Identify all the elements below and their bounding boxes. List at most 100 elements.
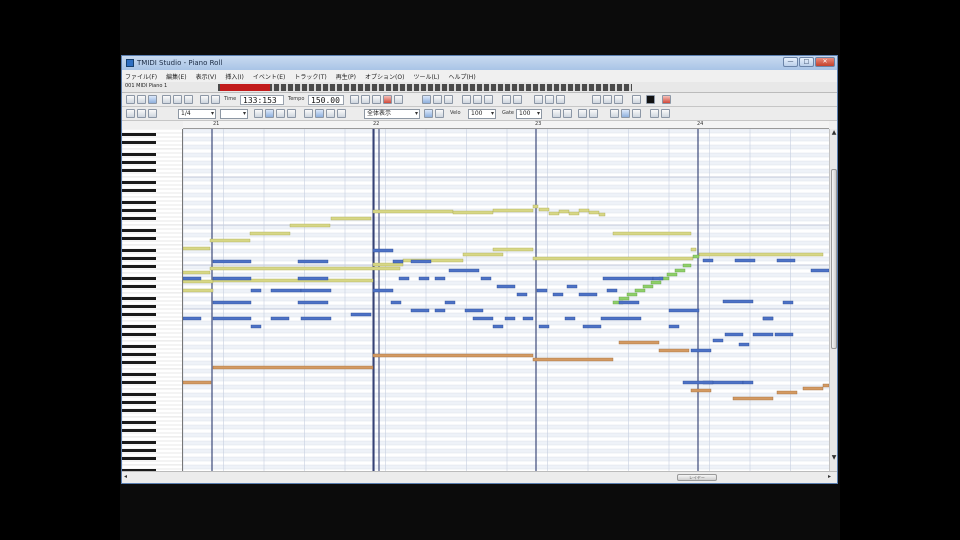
view-mode-select[interactable]: 全体表示 (364, 109, 420, 119)
rewind-icon[interactable] (350, 95, 359, 104)
white-key (122, 220, 182, 226)
scroll-up-icon[interactable]: ▲ (830, 129, 837, 137)
erase-icon[interactable] (287, 109, 296, 118)
black-key (122, 313, 156, 316)
menu-file[interactable]: ファイル(F) (125, 72, 157, 81)
settings-icon[interactable] (632, 95, 641, 104)
copy-icon[interactable] (173, 95, 182, 104)
zoom-out-icon[interactable] (513, 95, 522, 104)
redo-icon[interactable] (211, 95, 220, 104)
white-key (122, 164, 182, 170)
scissors-icon[interactable] (337, 109, 346, 118)
menu-play[interactable]: 再生(P) (336, 72, 356, 81)
close-button[interactable]: ✕ (815, 57, 835, 67)
menu-view[interactable]: 表示(V) (196, 72, 217, 81)
filter-icon[interactable] (610, 109, 619, 118)
mixer-icon[interactable] (614, 95, 623, 104)
layer-icon[interactable] (621, 109, 630, 118)
white-key (122, 340, 182, 346)
scroll-left-icon[interactable]: ◂ (124, 473, 127, 480)
zoom-v-out-icon[interactable] (589, 109, 598, 118)
menu-track[interactable]: トラック(T) (294, 72, 326, 81)
grid-row-shade (183, 305, 829, 309)
velocity-select[interactable]: 100 (468, 109, 496, 119)
loop-icon[interactable] (422, 95, 431, 104)
color-swatch-icon[interactable] (646, 95, 655, 104)
mute-icon[interactable] (304, 109, 313, 118)
note-blue (702, 258, 714, 263)
blank-select[interactable] (220, 109, 248, 119)
snap-icon[interactable] (545, 95, 554, 104)
cut-icon[interactable] (162, 95, 171, 104)
vertical-scrollbar[interactable]: ▲ ▼ (829, 129, 837, 471)
solo-icon[interactable] (315, 109, 324, 118)
menu-event[interactable]: イベント(E) (253, 72, 285, 81)
minimize-button[interactable]: — (783, 57, 798, 67)
white-key (122, 288, 182, 294)
menu-help[interactable]: ヘルプ(H) (448, 72, 475, 81)
pointer-tool-icon[interactable] (462, 95, 471, 104)
record-icon[interactable] (383, 95, 392, 104)
draw-icon[interactable] (276, 109, 285, 118)
zoom-v-in-icon[interactable] (578, 109, 587, 118)
bar-ruler[interactable]: 21 22 23 24 (183, 121, 829, 129)
edit-mode-icon[interactable] (424, 109, 433, 118)
quantize-icon[interactable] (556, 95, 565, 104)
horizontal-scroll-thumb[interactable]: レイヤー (677, 474, 717, 481)
paste-icon[interactable] (184, 95, 193, 104)
tempo-readout[interactable]: 150.00 (308, 95, 344, 105)
gate-select[interactable]: 100 (516, 109, 542, 119)
velocity-view-icon[interactable] (632, 109, 641, 118)
grid-row-shade (183, 313, 829, 317)
position-readout[interactable]: 133:153 (240, 95, 284, 105)
note-blue (682, 380, 714, 385)
lock-icon[interactable] (254, 109, 263, 118)
horizontal-scrollbar[interactable]: ◂ レイヤー ▸ (122, 471, 837, 483)
track-name[interactable]: 001 MIDI Piano 1 (125, 83, 167, 89)
menu-edit[interactable]: 編集(E) (166, 72, 186, 81)
zoom-h-out-icon[interactable] (563, 109, 572, 118)
forward-icon[interactable] (394, 95, 403, 104)
maximize-button[interactable]: □ (799, 57, 814, 67)
scroll-right-icon[interactable]: ▸ (828, 473, 831, 480)
play-icon[interactable] (372, 95, 381, 104)
undo-icon[interactable] (200, 95, 209, 104)
track-overview[interactable] (218, 84, 632, 91)
print-icon[interactable] (137, 109, 146, 118)
vertical-scroll-thumb[interactable] (831, 169, 837, 349)
black-key (122, 265, 156, 268)
prev-icon[interactable] (650, 109, 659, 118)
note-blue (472, 316, 494, 321)
note-blue (300, 288, 332, 293)
tool-wand-icon[interactable] (662, 95, 671, 104)
menu-option[interactable]: オプション(O) (365, 72, 404, 81)
pencil-tool-icon[interactable] (473, 95, 482, 104)
headphone-icon[interactable] (326, 109, 335, 118)
note-icon[interactable] (148, 109, 157, 118)
note-yellow (372, 209, 454, 214)
grid-icon[interactable] (534, 95, 543, 104)
white-key (122, 184, 182, 190)
snap-select[interactable]: 1/4 (178, 109, 216, 119)
zoom-h-in-icon[interactable] (552, 109, 561, 118)
metronome-icon[interactable] (444, 95, 453, 104)
scroll-down-icon[interactable]: ▼ (830, 454, 837, 462)
menu-insert[interactable]: 挿入(I) (225, 72, 243, 81)
new-file-icon[interactable] (126, 95, 135, 104)
save-icon[interactable] (148, 95, 157, 104)
zoom-in-icon[interactable] (502, 95, 511, 104)
marker-icon[interactable] (433, 95, 442, 104)
select-range-icon[interactable] (265, 109, 274, 118)
step-icon[interactable] (435, 109, 444, 118)
piano-keyboard[interactable] (122, 129, 183, 471)
note-grid[interactable] (183, 129, 829, 471)
list-view-icon[interactable] (592, 95, 601, 104)
pencil-icon[interactable] (126, 109, 135, 118)
next-icon[interactable] (661, 109, 670, 118)
score-view-icon[interactable] (603, 95, 612, 104)
open-folder-icon[interactable] (137, 95, 146, 104)
stop-icon[interactable] (361, 95, 370, 104)
menu-tools[interactable]: ツール(L) (413, 72, 439, 81)
eraser-tool-icon[interactable] (484, 95, 493, 104)
note-green (650, 280, 662, 285)
